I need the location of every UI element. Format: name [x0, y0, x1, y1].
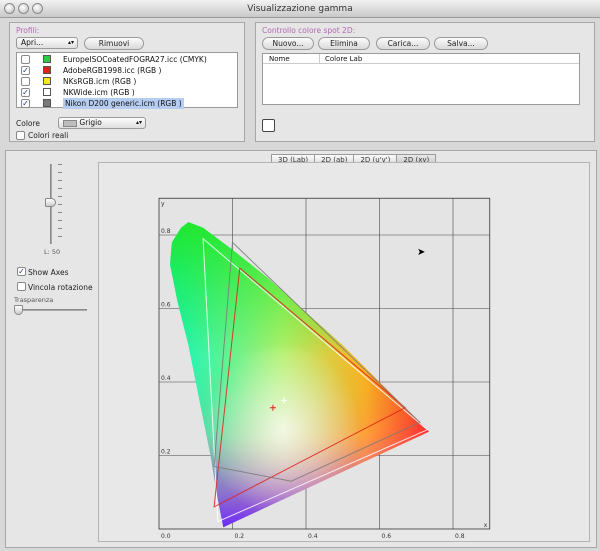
real-colors-label: Colori reali [28, 131, 69, 140]
spot-table[interactable]: Nome Colore Lab [262, 53, 580, 105]
spot-color-well[interactable] [262, 119, 275, 132]
profile-label: NKsRGB.icm (RGB ) [63, 77, 137, 86]
profile-checkbox[interactable] [21, 55, 30, 64]
column-header[interactable]: Nome [269, 54, 290, 64]
profile-color-swatch [43, 88, 51, 96]
color-swatch-icon [63, 119, 77, 127]
profile-checkbox[interactable] [21, 77, 30, 86]
lock-rotation-label: Vincola rotazione [28, 283, 93, 292]
close-window-button[interactable] [4, 3, 15, 14]
profiles-panel: Profili: Apri... ▴▾ Rimuovi EuropeISOCoa… [9, 22, 245, 142]
chromaticity-chart: 0.0 0.2 0.4 0.6 0.8 0.2 0.4 0.6 0.8 x y [158, 197, 491, 540]
spot-color-panel: Controllo colore spot 2D: Nuovo... Elimi… [255, 22, 595, 142]
profile-row[interactable]: NKsRGB.icm (RGB ) [17, 76, 227, 87]
profile-checkbox[interactable]: ✓ [21, 66, 30, 75]
color-select-value: Grigio [79, 118, 102, 127]
profile-label: AdobeRGB1998.icc (RGB ) [63, 66, 162, 75]
y-tick-label: 0.2 [161, 449, 171, 456]
y-axis-label: y [161, 200, 165, 207]
lightness-value-label: L: 50 [44, 248, 61, 256]
save-spot-button[interactable]: Salva... [434, 37, 488, 50]
x-axis-label: x [484, 522, 488, 529]
color-label: Colore [16, 119, 41, 128]
x-tick-label: 0.0 [161, 533, 171, 540]
lightness-slider-thumb[interactable] [45, 198, 56, 207]
transparency-label: Trasparenza [14, 296, 54, 304]
transparency-slider-track[interactable] [15, 309, 87, 311]
profile-row[interactable]: ✓ AdobeRGB1998.icc (RGB ) [17, 65, 227, 76]
profile-color-swatch [43, 55, 51, 63]
lock-rotation-checkbox[interactable] [17, 282, 26, 291]
new-spot-button[interactable]: Nuovo... [262, 37, 314, 50]
y-tick-label: 0.4 [161, 375, 171, 382]
real-colors-checkbox[interactable] [16, 131, 25, 140]
open-profile-select[interactable]: Apri... ▴▾ [16, 37, 78, 49]
profile-checkbox[interactable]: ✓ [21, 88, 30, 97]
profile-label: EuropeISOCoatedFOGRA27.icc (CMYK) [63, 55, 207, 64]
color-select[interactable]: Grigio ▴▾ [58, 117, 146, 129]
profile-checkbox[interactable]: ✓ [21, 99, 30, 108]
open-profile-label: Apri... [21, 38, 44, 47]
profile-color-swatch [43, 77, 51, 85]
profiles-group-label: Profili: [16, 26, 40, 35]
profile-label: Nikon D200 generic.icm (RGB ) [63, 98, 184, 109]
minimize-window-button[interactable] [18, 3, 29, 14]
delete-spot-button[interactable]: Elimina [318, 37, 370, 50]
chevron-updown-icon: ▴▾ [67, 39, 74, 46]
x-tick-label: 0.2 [235, 533, 245, 540]
lightness-slider-ticks [58, 164, 62, 244]
profile-row[interactable]: EuropeISOCoatedFOGRA27.icc (CMYK) [17, 54, 227, 65]
spot-group-label: Controllo colore spot 2D: [262, 26, 356, 35]
chevron-updown-icon: ▴▾ [135, 119, 142, 126]
zoom-window-button[interactable] [32, 3, 43, 14]
x-tick-label: 0.8 [455, 533, 465, 540]
load-spot-button[interactable]: Carica... [376, 37, 430, 50]
profile-color-swatch [43, 66, 51, 74]
y-tick-label: 0.8 [161, 228, 171, 235]
remove-profile-button[interactable]: Rimuovi [84, 37, 144, 50]
x-tick-label: 0.6 [382, 533, 392, 540]
window-titlebar: Visualizzazione gamma [0, 0, 600, 18]
column-divider [319, 54, 320, 64]
chromaticity-plot[interactable]: 0.0 0.2 0.4 0.6 0.8 0.2 0.4 0.6 0.8 x y ➤ [98, 162, 590, 542]
mouse-pointer-icon: ➤ [417, 247, 426, 258]
spot-table-header: Nome Colore Lab [263, 54, 579, 64]
profile-label: NKWide.icm (RGB ) [63, 88, 135, 97]
profile-row[interactable]: ✓ NKWide.icm (RGB ) [17, 87, 227, 98]
transparency-slider-thumb[interactable] [14, 305, 23, 315]
x-tick-label: 0.4 [308, 533, 318, 540]
profile-row[interactable]: ✓ Nikon D200 generic.icm (RGB ) [17, 98, 227, 109]
profile-color-swatch [43, 99, 51, 107]
window-title: Visualizzazione gamma [247, 4, 353, 14]
column-header[interactable]: Colore Lab [325, 54, 362, 64]
profiles-list[interactable]: EuropeISOCoatedFOGRA27.icc (CMYK) ✓ AdobeR… [16, 52, 238, 109]
y-tick-label: 0.6 [161, 302, 171, 309]
show-axes-label: Show Axes [28, 268, 69, 277]
show-axes-checkbox[interactable]: ✓ [17, 267, 26, 276]
